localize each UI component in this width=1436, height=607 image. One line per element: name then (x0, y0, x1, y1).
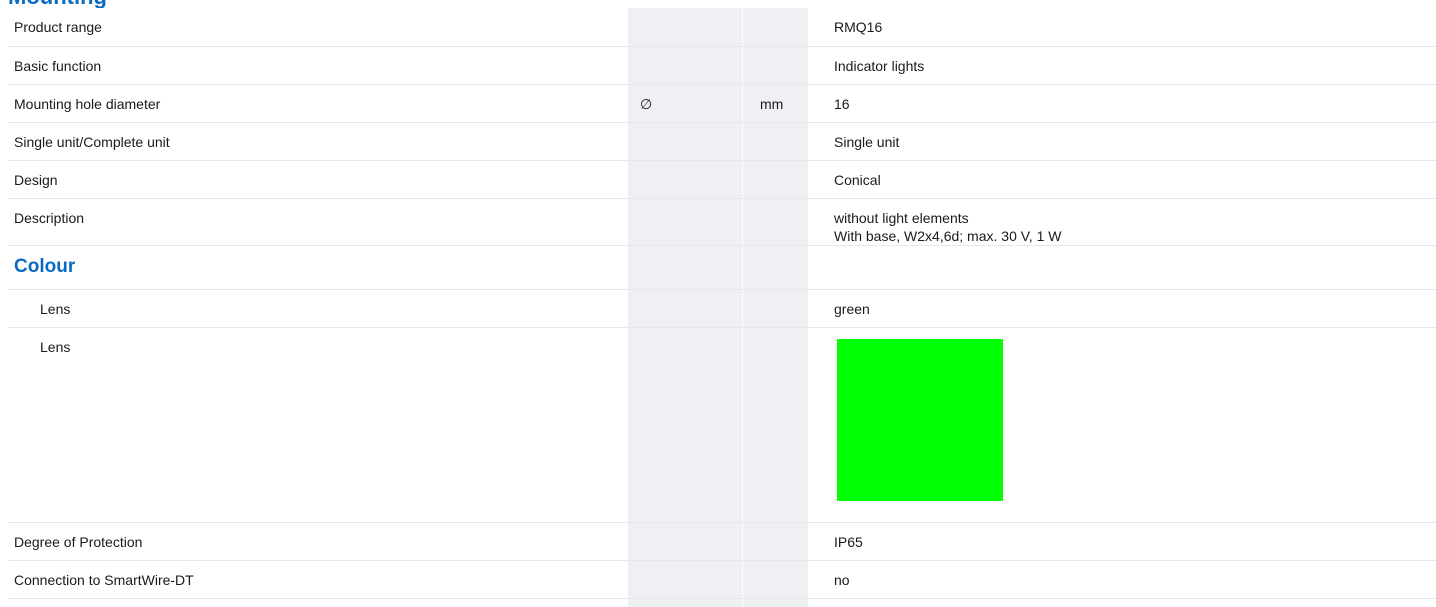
table-row: Single unit/Complete unit Single unit (8, 122, 1436, 161)
row-unit (754, 46, 826, 85)
empty-cell (634, 327, 754, 523)
description-line-1: without light elements (834, 209, 969, 226)
row-label: Lens (8, 327, 634, 523)
row-label: Mounting hole diameter (8, 84, 634, 123)
description-line-2: With base, W2x4,6d; max. 30 V, 1 W (834, 227, 1062, 244)
table-row: Description without light elements With … (8, 198, 1436, 246)
row-label: Degree of Protection (8, 522, 634, 561)
empty-cell (754, 560, 826, 599)
row-label: Description (8, 198, 634, 246)
empty-cell (754, 327, 826, 523)
row-label: Lens (8, 289, 634, 328)
row-symbol (634, 160, 754, 199)
empty-cell (634, 522, 754, 561)
table-row: Mounting hole diameter ∅ mm 16 (8, 84, 1436, 123)
row-label: Product range (8, 8, 634, 47)
row-label: Connection to SmartWire-DT (8, 560, 634, 599)
lens-color-swatch (837, 338, 1003, 501)
empty-cell (754, 245, 826, 290)
table-row: Degree of Protection IP65 (8, 522, 1436, 561)
section-row: Colour (8, 245, 1436, 290)
row-label: Single unit/Complete unit (8, 122, 634, 161)
row-unit: mm (754, 84, 826, 123)
row-symbol (634, 198, 754, 246)
empty-cell (754, 522, 826, 561)
row-label: Basic function (8, 46, 634, 85)
row-value: Indicator lights (826, 46, 1436, 85)
row-value: IP65 (826, 522, 1436, 561)
empty-cell (634, 560, 754, 599)
row-symbol (634, 8, 754, 47)
empty-cell (634, 245, 754, 290)
row-value: Single unit (826, 122, 1436, 161)
row-label: Design (8, 160, 634, 199)
table-row: Connection to SmartWire-DT no (8, 560, 1436, 599)
empty-cell (826, 245, 1436, 290)
diameter-symbol-icon: ∅ (634, 84, 754, 123)
table-row: Lens green (8, 289, 1436, 328)
spec-table: Product range RMQ16 Basic function Indic… (8, 8, 1436, 599)
row-value: no (826, 560, 1436, 599)
row-symbol (634, 46, 754, 85)
table-row: Design Conical (8, 160, 1436, 199)
empty-cell (634, 289, 754, 328)
row-unit (754, 198, 826, 246)
table-row: Basic function Indicator lights (8, 46, 1436, 85)
row-symbol (634, 122, 754, 161)
empty-cell (754, 289, 826, 328)
row-value (826, 327, 1436, 523)
row-unit (754, 8, 826, 47)
section-heading-cut: Mounting properties (8, 0, 198, 8)
row-unit (754, 160, 826, 199)
row-value: without light elements With base, W2x4,6… (826, 198, 1436, 246)
table-row: Product range RMQ16 (8, 8, 1436, 47)
table-row: Lens (8, 327, 1436, 523)
row-value: RMQ16 (826, 8, 1436, 47)
row-value: green (826, 289, 1436, 328)
colour-section-heading: Colour (8, 245, 634, 290)
section-heading-text: Mounting properties (8, 0, 198, 8)
row-value: Conical (826, 160, 1436, 199)
row-unit (754, 122, 826, 161)
row-value: 16 (826, 84, 1436, 123)
